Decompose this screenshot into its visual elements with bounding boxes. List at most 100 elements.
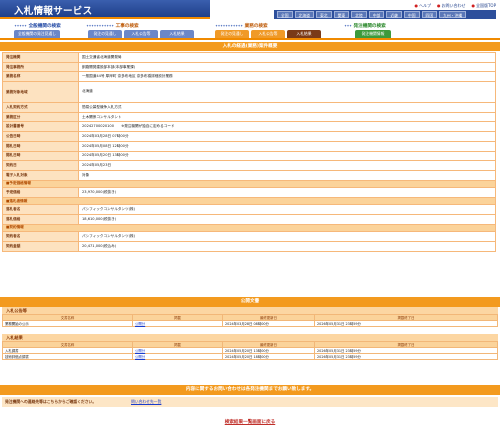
detail-label: 公告日時 [2, 131, 79, 142]
documents-heading: 公開文書 [0, 297, 500, 307]
detail-label: 発注機関 [2, 52, 79, 63]
doc-name: 業務開始の公示 [2, 320, 133, 327]
detail-row: 契約者名 パシフィックコンサルタンツ(株) [2, 231, 496, 242]
region-tab[interactable]: 北海道 [294, 11, 314, 18]
detail-label: 発注事務所 [2, 61, 79, 73]
public-notice-table: 文書名称 掲載 最終更新日 掲載終了日 業務開始の公示 公開分 2024年03月… [2, 314, 498, 327]
contact-label: 発注機関への連絡先等はこちらからご確認ください。 [5, 399, 97, 404]
region-tab[interactable]: 東北 [315, 11, 332, 18]
help-link[interactable]: ●ヘルプ [414, 3, 431, 9]
region-tab[interactable]: 近畿 [386, 11, 402, 18]
region-tab[interactable]: 関東 [333, 11, 350, 18]
region-tab[interactable]: 中部 [368, 11, 385, 18]
detail-label: 設計書番号 [2, 121, 79, 133]
detail-label: 業務対象地域 [2, 81, 79, 104]
detail-section-row: ■落札者情報 [2, 196, 496, 206]
detail-value: 23,970,000(税抜き) [78, 187, 496, 198]
detail-section-row: ■予定価格情報 [2, 179, 496, 189]
tab-construction-notices[interactable]: 入札公告等 [124, 30, 158, 38]
detail-value: 土木関係コンサルタント [78, 111, 496, 123]
logo-underline [0, 17, 210, 19]
region-tab[interactable]: 九州・沖縄 [439, 11, 467, 18]
table-row: 業務開始の公示 公開分 2024年03月28日 08時00分 2026年05月3… [2, 320, 498, 327]
bid-result-heading: 入札結果 [2, 334, 498, 341]
detail-label: 契約日 [2, 160, 79, 171]
site-header: 入札情報サービス ●ヘルプ ●お問い合わせ ●全国版TOP 全国 北海道 東北 … [0, 0, 500, 42]
table-row: 技術評価点調書 公開分 2024年05月20日 18時00分 2026年05月3… [2, 353, 498, 360]
nav-section-agency: ✦✦✦ 発注機関の検索 [344, 23, 386, 29]
section-title-text: 落札者情報 [9, 198, 28, 203]
detail-row: 業務名称 一般国道44号 厚岸町 奈多布地区 奈多布橋詳細設計業務 [2, 71, 496, 83]
detail-label: 開札日時 [2, 150, 79, 162]
detail-section-title: ■契約情報 [2, 223, 496, 233]
detail-value: 20242700020100 ※発注機関が独自に定めるコード [78, 121, 496, 133]
tab-construction-results[interactable]: 入札結果 [160, 30, 194, 38]
detail-value: 北海道 [78, 81, 496, 104]
nav-section-services: ✦✦✦✦✦✦✦✦✦✦✦ 業務の検索 [215, 23, 268, 29]
tab-general-outlook[interactable]: 全般機関の発注見通し [14, 30, 60, 38]
detail-section-title: ■予定価格情報 [2, 179, 496, 189]
page-title: 入札の経過(業務)案件概要 [0, 42, 500, 51]
tab-services-notices[interactable]: 入札公告等 [251, 30, 285, 38]
back-to-results-link[interactable]: 検索結果一覧画面に戻る [0, 419, 500, 425]
contact-list-link[interactable]: 問い合わせ先一覧 [131, 399, 161, 405]
doc-name: 技術評価点調書 [2, 353, 133, 360]
detail-row: 開札日時 2024年05月20日 13時00分 [2, 150, 496, 162]
tab-agency-info[interactable]: 発注機関情報 [355, 30, 391, 38]
detail-row: 業務対象地域 北海道 [2, 81, 496, 104]
detail-value: 釧路開発建設部本部(本部事業課) [78, 61, 496, 73]
region-selector: 全国 北海道 東北 関東 北陸 中部 近畿 中国 四国 九州・沖縄 [274, 10, 496, 19]
detail-label: 入札契約方式 [2, 102, 79, 113]
site-logo[interactable]: 入札情報サービス [0, 0, 210, 17]
decorative-stars-icon: ✦✦✦✦✦✦✦✦✦✦✦ [215, 23, 243, 28]
national-top-link[interactable]: ●全国版TOP [471, 3, 496, 9]
tab-services-outlook[interactable]: 発注の見通し [215, 30, 249, 38]
search-category-row: ✦✦✦✦✦ 全般機関の検索 ✦✦✦✦✦✦✦✦✦✦✦ 工事の検索 ✦✦✦✦✦✦✦✦✦✦… [0, 21, 500, 30]
detail-value: 一般国道44号 厚岸町 奈多布地区 奈多布橋詳細設計業務 [78, 71, 496, 83]
bid-result-table: 文書名称 掲載 最終更新日 掲載終了日 入札調書 公開分 2024年05月20日… [2, 341, 498, 360]
region-tab[interactable]: 北陸 [351, 11, 367, 18]
detail-label: 予定価格 [2, 187, 79, 198]
bullet-icon: ● [414, 3, 418, 8]
detail-row: 入札契約方式 簡易公募型競争入札方式 [2, 102, 496, 113]
detail-label: 落札価格 [2, 213, 79, 225]
region-tab[interactable]: 全国 [277, 11, 293, 18]
detail-label: 契約者名 [2, 231, 79, 242]
bullet-icon: ● [471, 3, 475, 8]
detail-value: 2024年05月20日 13時00分 [78, 150, 496, 162]
doc-end: 2026年05月31日 23時59分 [314, 353, 498, 360]
detail-row: 開札日時 2024年05月08日 12時00分 [2, 140, 496, 152]
detail-value: 18,610,000(税抜き) [78, 213, 496, 225]
bullet-icon: ● [436, 3, 441, 8]
detail-row: 契約金額 20,471,000(税込み) [2, 240, 496, 252]
decorative-stars-icon: ✦✦✦ [344, 23, 352, 28]
detail-value: パシフィックコンサルタンツ(株) [78, 204, 496, 215]
detail-label: 業務区分 [2, 111, 79, 123]
contact-link[interactable]: ●お問い合わせ [437, 3, 466, 9]
detail-table: 発注機関 国土交通省北海道開発局 発注事務所 釧路開発建設部本部(本部事業課) 業務名称… [2, 52, 496, 252]
doc-updated: 2024年05月20日 18時00分 [222, 353, 315, 360]
section-title-text: 予定価格情報 [9, 181, 31, 186]
tab-construction-outlook[interactable]: 発注の見通し [88, 30, 122, 38]
detail-row: 発注事務所 釧路開発建設部本部(本部事業課) [2, 61, 496, 73]
doc-link[interactable]: 公開分 [132, 353, 223, 360]
region-subline [82, 95, 492, 97]
region-tab[interactable]: 中国 [403, 11, 420, 18]
tab-services-results[interactable]: 入札結果 [287, 30, 321, 38]
detail-row: 契約日 2024年05月23日 [2, 160, 496, 171]
doc-link[interactable]: 公開分 [132, 320, 223, 327]
doc-end: 2026年05月31日 23時59分 [314, 320, 498, 327]
public-notice-heading: 入札公告等 [2, 307, 498, 314]
region-tab[interactable]: 四国 [421, 11, 438, 18]
nav-section-general: ✦✦✦✦✦ 全般機関の検索 [14, 23, 61, 29]
detail-row: 公告日時 2024年03月28日 07時00分 [2, 131, 496, 142]
doc-updated: 2024年03月28日 08時00分 [222, 320, 315, 327]
detail-row: 予定価格 23,970,000(税抜き) [2, 187, 496, 198]
section-title-text: 契約情報 [9, 225, 24, 230]
detail-value: 国土交通省北海道開発局 [78, 52, 496, 63]
detail-label: 落札者名 [2, 204, 79, 215]
detail-row: 業務区分 土木関係コンサルタント [2, 111, 496, 123]
contact-heading: 内容に関するお問い合わせは各発注機関までお願い致します。 [0, 385, 500, 395]
detail-label: 電子入札対象 [2, 169, 79, 181]
detail-section-title: ■落札者情報 [2, 196, 496, 206]
